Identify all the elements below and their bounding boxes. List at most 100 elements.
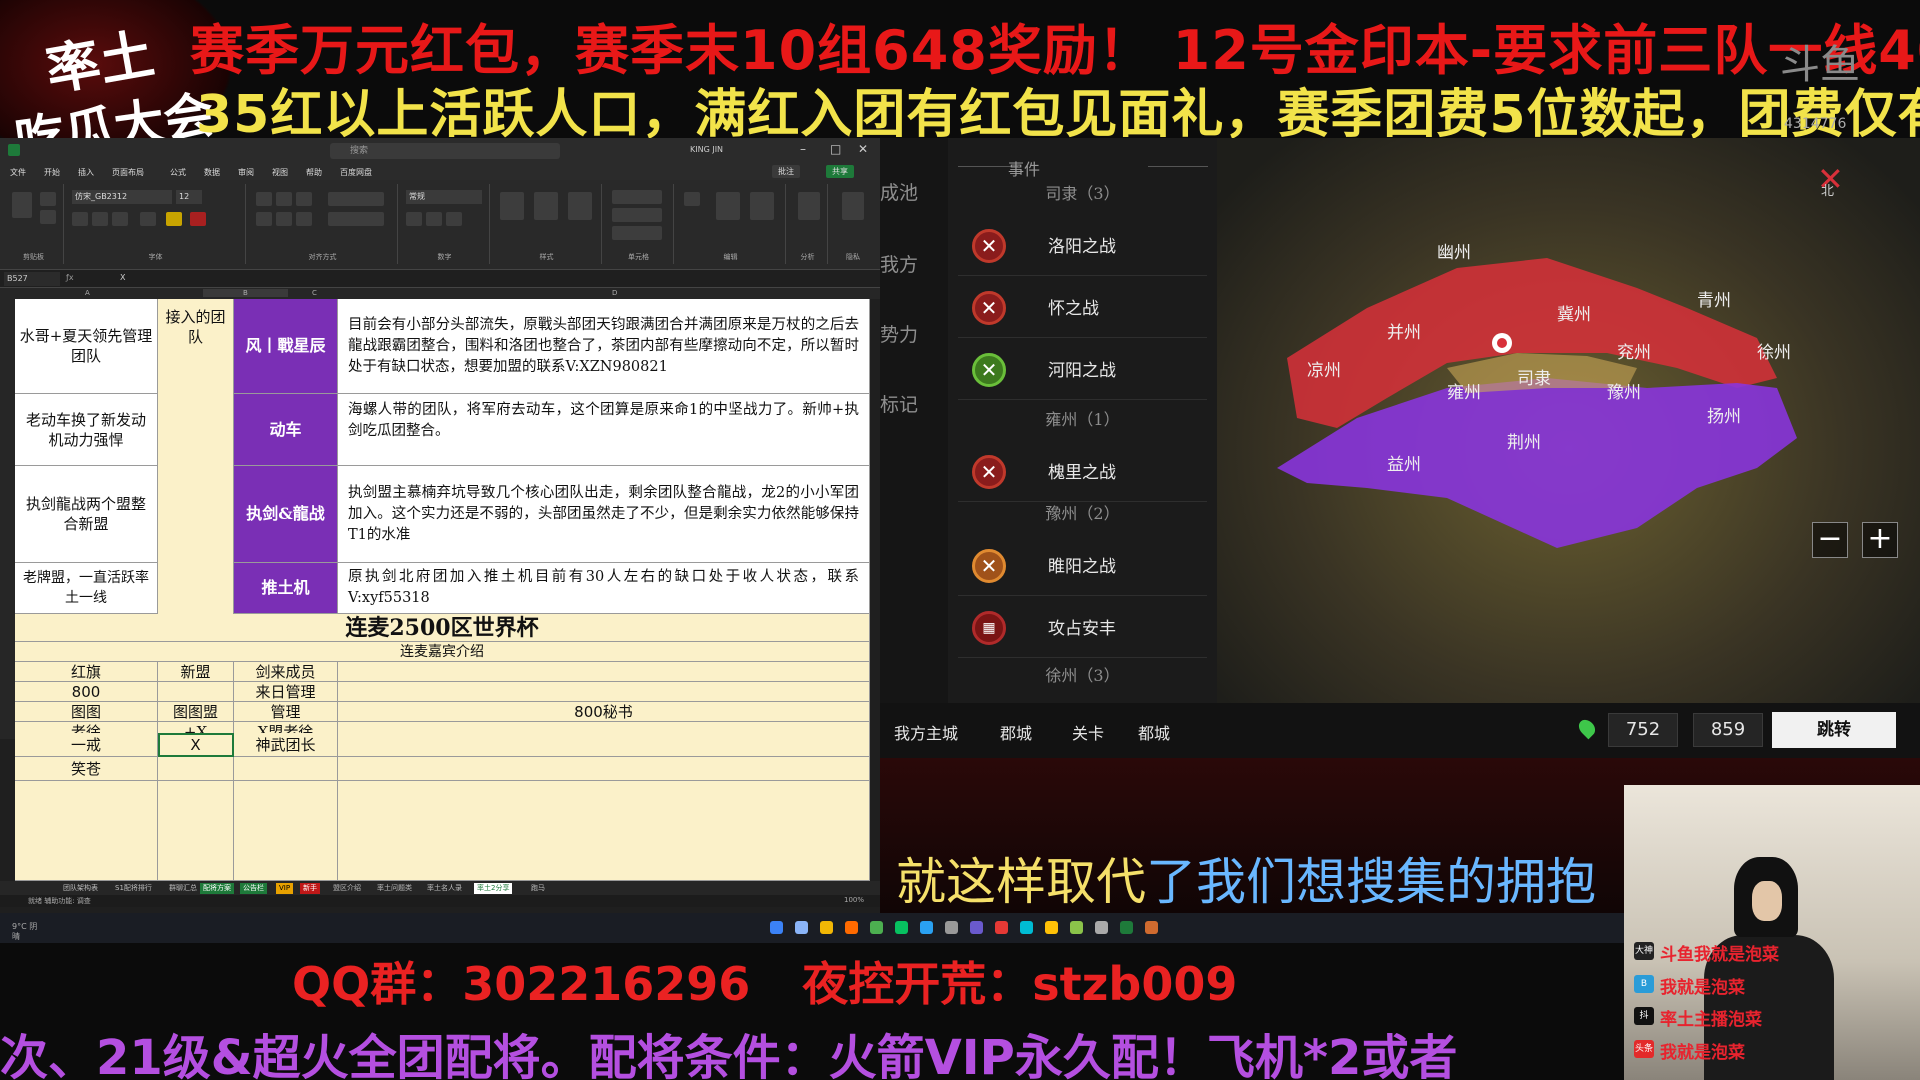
- event-item[interactable]: ✕ 洛阳之战: [958, 214, 1207, 276]
- header-jianlai-member[interactable]: 剑来成员: [234, 662, 338, 682]
- align-middle-icon[interactable]: [276, 192, 292, 206]
- align-center-icon[interactable]: [276, 212, 292, 226]
- event-item[interactable]: ✕ 槐里之战: [958, 440, 1207, 502]
- group-header[interactable]: 司隶（3）: [948, 176, 1217, 212]
- menu-file[interactable]: 文件: [10, 167, 26, 178]
- coord-x-input[interactable]: 752: [1608, 713, 1678, 747]
- cell-team-note[interactable]: 老牌盟，一直活跃率土一线: [15, 563, 158, 614]
- empty-cell[interactable]: [234, 781, 338, 881]
- font-size-select[interactable]: 12: [176, 190, 202, 204]
- table-format-icon[interactable]: [534, 192, 558, 220]
- taskbar-app-icon[interactable]: [1045, 921, 1058, 934]
- header-red-flag[interactable]: 红旗: [15, 662, 158, 682]
- share-button[interactable]: 共享: [826, 165, 854, 178]
- legend-pass[interactable]: 关卡: [1072, 720, 1104, 744]
- guest-cell[interactable]: +X: [158, 722, 234, 733]
- cell-description[interactable]: 原执剑北府团加入推土机目前有30人左右的缺口处于收人状态，联系V:xyf5531…: [338, 563, 870, 614]
- event-item[interactable]: ✕ 睢阳之战: [958, 534, 1207, 596]
- side-tab-ours[interactable]: 我方: [880, 250, 918, 277]
- taskbar-app-icon[interactable]: [870, 921, 883, 934]
- wrap-text-button[interactable]: [328, 192, 384, 206]
- empty-cell[interactable]: [338, 781, 870, 881]
- side-tab-marks[interactable]: 标记: [880, 390, 918, 417]
- event-item[interactable]: ▦ 攻占安丰: [958, 596, 1207, 658]
- sheet-tab[interactable]: S1配将排行: [112, 883, 155, 894]
- align-bottom-icon[interactable]: [296, 192, 312, 206]
- conditional-format-icon[interactable]: [500, 192, 524, 220]
- guest-cell[interactable]: [158, 757, 234, 781]
- font-name-select[interactable]: 仿宋_GB2312: [72, 190, 172, 204]
- column-header[interactable]: C: [312, 289, 317, 297]
- coord-y-input[interactable]: 859: [1693, 713, 1763, 747]
- menu-help[interactable]: 帮助: [306, 167, 322, 178]
- cell-alliance-name[interactable]: 动车: [234, 394, 338, 466]
- sheet-tab[interactable]: VIP: [276, 883, 294, 894]
- zoom-out-button[interactable]: −: [1812, 522, 1848, 558]
- name-box[interactable]: B527: [4, 272, 60, 286]
- sheet-tab[interactable]: 团队架构表: [60, 883, 101, 894]
- worksheet-grid[interactable]: 水哥+夏天领先管理团队 接入的团队 风丨戰星辰 目前会有小部分头部流失，原戰头部…: [15, 299, 870, 733]
- guest-cell[interactable]: [338, 733, 870, 757]
- sheet-tab[interactable]: 跑马: [528, 883, 548, 894]
- sheet-tab[interactable]: 群聊汇总: [166, 883, 200, 894]
- analyze-data-icon[interactable]: [798, 192, 820, 220]
- side-tab-city[interactable]: 成池: [880, 178, 918, 205]
- guest-cell[interactable]: 神武团长: [234, 733, 338, 757]
- format-button[interactable]: [612, 226, 662, 240]
- menu-baidu[interactable]: 百度网盘: [340, 167, 372, 178]
- cut-icon[interactable]: [40, 192, 56, 206]
- taskbar-app-icon[interactable]: [945, 921, 958, 934]
- percent-icon[interactable]: [426, 212, 442, 226]
- cell-alliance-name[interactable]: 推土机: [234, 563, 338, 614]
- guest-cell[interactable]: 老徐: [15, 722, 158, 733]
- guest-intro-title[interactable]: 连麦嘉宾介绍: [15, 642, 870, 662]
- start-icon[interactable]: [770, 921, 783, 934]
- cell-alliance-name[interactable]: 风丨戰星辰: [234, 299, 338, 394]
- paste-icon[interactable]: [12, 192, 32, 218]
- guest-cell[interactable]: [234, 757, 338, 781]
- zoom-in-button[interactable]: +: [1862, 522, 1898, 558]
- worksheet-grid-lower[interactable]: 一戒 X 神武团长 笑苍: [15, 733, 870, 881]
- menu-view[interactable]: 视图: [272, 167, 288, 178]
- guest-cell[interactable]: 笑苍: [15, 757, 158, 781]
- sheet-tab[interactable]: 公告栏: [240, 883, 267, 894]
- taskbar-app-icon[interactable]: [820, 921, 833, 934]
- cell-team-note[interactable]: 水哥+夏天领先管理团队: [15, 299, 158, 394]
- zoom-level[interactable]: 100%: [844, 896, 864, 904]
- guest-cell[interactable]: 一戒: [15, 733, 158, 757]
- guest-cell[interactable]: 800: [15, 682, 158, 702]
- world-cup-title[interactable]: 连麦2500区世界杯: [15, 614, 870, 642]
- font-color-icon[interactable]: [190, 212, 206, 226]
- taskbar-app-icon[interactable]: [795, 921, 808, 934]
- group-header[interactable]: 徐州（3）: [948, 658, 1217, 694]
- guest-cell[interactable]: 图图盟: [158, 702, 234, 722]
- guest-cell[interactable]: 图图: [15, 702, 158, 722]
- taskbar-app-icon[interactable]: [920, 921, 933, 934]
- excel-taskbar-icon[interactable]: [1120, 921, 1133, 934]
- empty-cell[interactable]: [158, 781, 234, 881]
- header-empty[interactable]: [338, 662, 870, 682]
- underline-icon[interactable]: [112, 212, 128, 226]
- guest-cell[interactable]: [338, 682, 870, 702]
- guest-cell[interactable]: X盟老徐: [234, 722, 338, 733]
- cell-alliance-name[interactable]: 执剑&龍战: [234, 466, 338, 563]
- fill-color-icon[interactable]: [166, 212, 182, 226]
- legend-prefecture[interactable]: 郡城: [1000, 720, 1032, 744]
- menu-insert[interactable]: 插入: [78, 167, 94, 178]
- legend-main-city[interactable]: 我方主城: [894, 720, 958, 744]
- sheet-tab[interactable]: 配将方案: [200, 883, 234, 894]
- close-icon[interactable]: ✕: [858, 142, 868, 156]
- taskbar-app-icon[interactable]: [1145, 921, 1158, 934]
- currency-icon[interactable]: [406, 212, 422, 226]
- sheet-tab[interactable]: 率土名人录: [424, 883, 465, 894]
- privacy-icon[interactable]: [842, 192, 864, 220]
- cell-team-note[interactable]: 执剑龍战两个盟整合新盟: [15, 466, 158, 563]
- column-header[interactable]: B: [203, 289, 288, 297]
- cell-joined-teams[interactable]: 接入的团队: [158, 299, 234, 624]
- event-item[interactable]: ✕ 河阳之战: [958, 338, 1207, 400]
- fx-icon[interactable]: ƒx: [66, 273, 74, 282]
- menu-review[interactable]: 审阅: [238, 167, 254, 178]
- comment-button[interactable]: 批注: [772, 165, 800, 178]
- guest-cell[interactable]: [338, 722, 870, 733]
- world-map[interactable]: 幽州 冀州 并州 青州 凉州 司隶 兖州 雍州 徐州 豫州 荆州 益州 扬州 ✕…: [1217, 138, 1920, 703]
